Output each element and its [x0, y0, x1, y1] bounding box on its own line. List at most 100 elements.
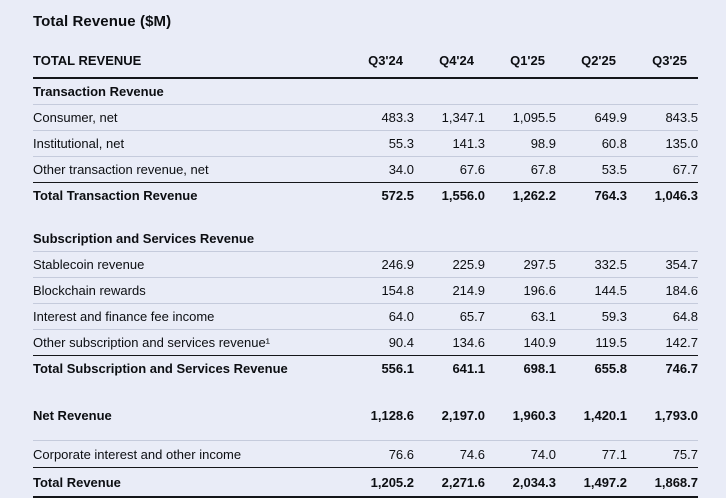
table-row: Blockchain rewards 154.8 214.9 196.6 144.5 18… — [33, 277, 698, 304]
cell-value: 67.6 — [414, 156, 485, 183]
cell-value: 1,497.2 — [556, 467, 627, 498]
cell-value: 214.9 — [414, 277, 485, 304]
cell-value: 55.3 — [343, 130, 414, 157]
table-row: Total Transaction Revenue 572.5 1,556.0 1,2… — [33, 183, 698, 209]
cell-value: 1,046.3 — [654, 188, 698, 203]
spacer-row — [33, 381, 698, 403]
cell-value — [627, 78, 698, 105]
cell-value: 75.7 — [627, 440, 698, 468]
cell-value: 572.5 — [381, 188, 414, 203]
table-header: TOTAL REVENUE Q3'24 Q4'24 Q1'25 Q2'25 Q3… — [33, 43, 698, 79]
cell-value: 142.7 — [627, 329, 698, 356]
cell-value: 74.0 — [485, 440, 556, 468]
cell-value: 63.1 — [485, 303, 556, 330]
row-label: Other subscription and services revenue¹ — [33, 329, 343, 356]
cell-value: 1,556.0 — [441, 188, 485, 203]
row-label: Institutional, net — [33, 130, 343, 157]
cell-value: 1,095.5 — [485, 104, 556, 131]
spacer-cell — [33, 428, 698, 441]
row-label: Corporate interest and other income — [33, 440, 343, 468]
table-row: Subscription and Services Revenue — [33, 226, 698, 252]
cell-value: 98.9 — [485, 130, 556, 157]
cell-value: 641.1 — [452, 361, 485, 376]
cell-value: 556.1 — [381, 361, 414, 376]
table-row: Total Revenue 1,205.2 2,271.6 2,034.3 1,497.… — [33, 467, 698, 498]
table-row: Total Subscription and Services Revenue 5… — [33, 356, 698, 382]
cell-value: 483.3 — [343, 104, 414, 131]
cell-value: 297.5 — [485, 251, 556, 278]
row-label: Consumer, net — [33, 104, 343, 131]
cell-value: 77.1 — [556, 440, 627, 468]
row-label: Stablecoin revenue — [33, 251, 343, 278]
cell-value: 1,960.3 — [512, 408, 556, 423]
table-row: Transaction Revenue — [33, 78, 698, 105]
table-row: Corporate interest and other income 76.6 7… — [33, 440, 698, 468]
cell-value: 354.7 — [627, 251, 698, 278]
row-label: Total Transaction Revenue — [33, 188, 198, 203]
row-label: Total Revenue — [33, 467, 343, 498]
spacer-cell — [33, 208, 698, 226]
spacer-cell — [33, 381, 698, 403]
cell-value — [485, 226, 556, 252]
table-row: Other transaction revenue, net 34.0 67.6 67… — [33, 156, 698, 183]
cell-value: 140.9 — [485, 329, 556, 356]
cell-value: 332.5 — [556, 251, 627, 278]
cell-value: 196.6 — [485, 277, 556, 304]
cell-value: 1,868.7 — [627, 467, 698, 498]
cell-value: 67.8 — [485, 156, 556, 183]
cell-value — [343, 78, 414, 105]
report-page: Total Revenue ($M) TOTAL REVENUE Q3'24 Q… — [0, 0, 726, 498]
row-label: Other transaction revenue, net — [33, 156, 343, 183]
header-row: TOTAL REVENUE Q3'24 Q4'24 Q1'25 Q2'25 Q3… — [33, 43, 698, 79]
cell-value — [556, 226, 627, 252]
cell-value — [343, 226, 414, 252]
header-col-q1-25: Q1'25 — [485, 43, 556, 79]
table-row: Other subscription and services revenue¹… — [33, 329, 698, 356]
cell-value: 144.5 — [556, 277, 627, 304]
cell-value: 34.0 — [343, 156, 414, 183]
cell-value: 1,793.0 — [654, 408, 698, 423]
cell-value: 655.8 — [594, 361, 627, 376]
header-col-q3-24: Q3'24 — [343, 43, 414, 79]
spacer-row — [33, 208, 698, 226]
row-label: Subscription and Services Revenue — [33, 226, 343, 252]
cell-value: 843.5 — [627, 104, 698, 131]
cell-value: 67.7 — [627, 156, 698, 183]
cell-value: 1,420.1 — [583, 408, 627, 423]
cell-value: 746.7 — [665, 361, 698, 376]
cell-value: 60.8 — [556, 130, 627, 157]
table-row: Interest and finance fee income 64.0 65.7 6… — [33, 303, 698, 330]
revenue-table: TOTAL REVENUE Q3'24 Q4'24 Q1'25 Q2'25 Q3… — [33, 43, 698, 498]
cell-value: 65.7 — [414, 303, 485, 330]
row-label: Interest and finance fee income — [33, 303, 343, 330]
row-label: Blockchain rewards — [33, 277, 343, 304]
table-row: Consumer, net 483.3 1,347.1 1,095.5 649.9 843… — [33, 104, 698, 131]
cell-value: 225.9 — [414, 251, 485, 278]
cell-value: 90.4 — [343, 329, 414, 356]
cell-value: 64.8 — [627, 303, 698, 330]
header-col-q4-24: Q4'24 — [414, 43, 485, 79]
cell-value: 74.6 — [414, 440, 485, 468]
cell-value: 184.6 — [627, 277, 698, 304]
header-col-q2-25: Q2'25 — [556, 43, 627, 79]
cell-value: 2,197.0 — [441, 408, 485, 423]
cell-value: 698.1 — [523, 361, 556, 376]
cell-value: 135.0 — [627, 130, 698, 157]
cell-value: 764.3 — [594, 188, 627, 203]
cell-value: 119.5 — [556, 329, 627, 356]
cell-value — [414, 78, 485, 105]
revenue-table-body: Transaction Revenue Consumer, net 483.3 1,3… — [33, 78, 698, 498]
cell-value: 1,262.2 — [512, 188, 556, 203]
cell-value: 134.6 — [414, 329, 485, 356]
spacer-row — [33, 428, 698, 441]
cell-value: 53.5 — [556, 156, 627, 183]
row-label: Total Subscription and Services Revenue — [33, 361, 288, 376]
page-title: Total Revenue ($M) — [33, 13, 172, 30]
cell-value: 64.0 — [343, 303, 414, 330]
cell-value — [627, 226, 698, 252]
cell-value — [556, 78, 627, 105]
cell-value: 649.9 — [556, 104, 627, 131]
table-row: Institutional, net 55.3 141.3 98.9 60.8 135.0 — [33, 130, 698, 157]
cell-value: 1,128.6 — [370, 408, 414, 423]
cell-value: 141.3 — [414, 130, 485, 157]
